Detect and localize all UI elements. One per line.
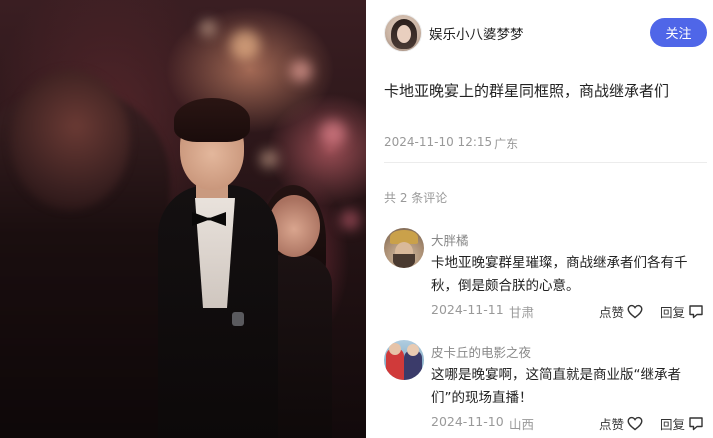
like-button[interactable]: 点赞 (599, 414, 643, 433)
comment-footer: 2024-11-11 甘肃 点赞 回复 (431, 302, 710, 322)
comment-text: 卡地亚晚宴群星璀璨，商战继承者们各有千秋，倒是颇合朕的心意。 (431, 255, 688, 294)
comment-text: 这哪是晚宴啊，这简直就是商业版“继承者们”的现场直播！ (431, 367, 681, 406)
commenter-name[interactable]: 皮卡丘的电影之夜 (431, 342, 531, 361)
post-location: 广东 (494, 137, 519, 151)
reply-button[interactable]: 回复 (660, 302, 704, 321)
comment-date: 2024-11-10 (431, 414, 504, 429)
heart-icon (627, 304, 643, 319)
comment-location: 山西 (509, 417, 535, 432)
comment-count: 共 2 条评论 (384, 191, 448, 205)
like-button[interactable]: 点赞 (599, 302, 643, 321)
post-meta: 2024-11-10 12:15 广东 (384, 135, 518, 152)
divider (384, 162, 707, 163)
post-photo[interactable] (0, 0, 366, 438)
heart-icon (627, 416, 643, 431)
comment-location: 甘肃 (509, 305, 535, 320)
author-avatar[interactable] (384, 14, 422, 52)
commenter-name[interactable]: 大胖橘 (431, 230, 469, 249)
comment-date: 2024-11-11 (431, 302, 504, 317)
follow-button[interactable]: 关注 (650, 18, 707, 47)
like-label: 点赞 (599, 305, 625, 320)
reply-button[interactable]: 回复 (660, 414, 704, 433)
like-label: 点赞 (599, 417, 625, 432)
author-block[interactable]: 娱乐小八婆梦梦 (384, 14, 524, 52)
author-name[interactable]: 娱乐小八婆梦梦 (429, 23, 524, 43)
commenter-avatar[interactable] (384, 340, 424, 380)
comment-bubble-icon (689, 417, 703, 431)
commenter-avatar[interactable] (384, 228, 424, 268)
post-text: 卡地亚晚宴上的群星同框照，商战继承者们 (384, 82, 670, 100)
reply-label: 回复 (660, 417, 686, 432)
post-detail-panel: 娱乐小八婆梦梦 关注 卡地亚晚宴上的群星同框照，商战继承者们 2024-11-1… (366, 0, 713, 438)
comment-bubble-icon (689, 305, 703, 319)
reply-label: 回复 (660, 305, 686, 320)
comment-footer: 2024-11-10 山西 点赞 回复 (431, 414, 710, 434)
post-date: 2024-11-10 12:15 (384, 135, 493, 149)
